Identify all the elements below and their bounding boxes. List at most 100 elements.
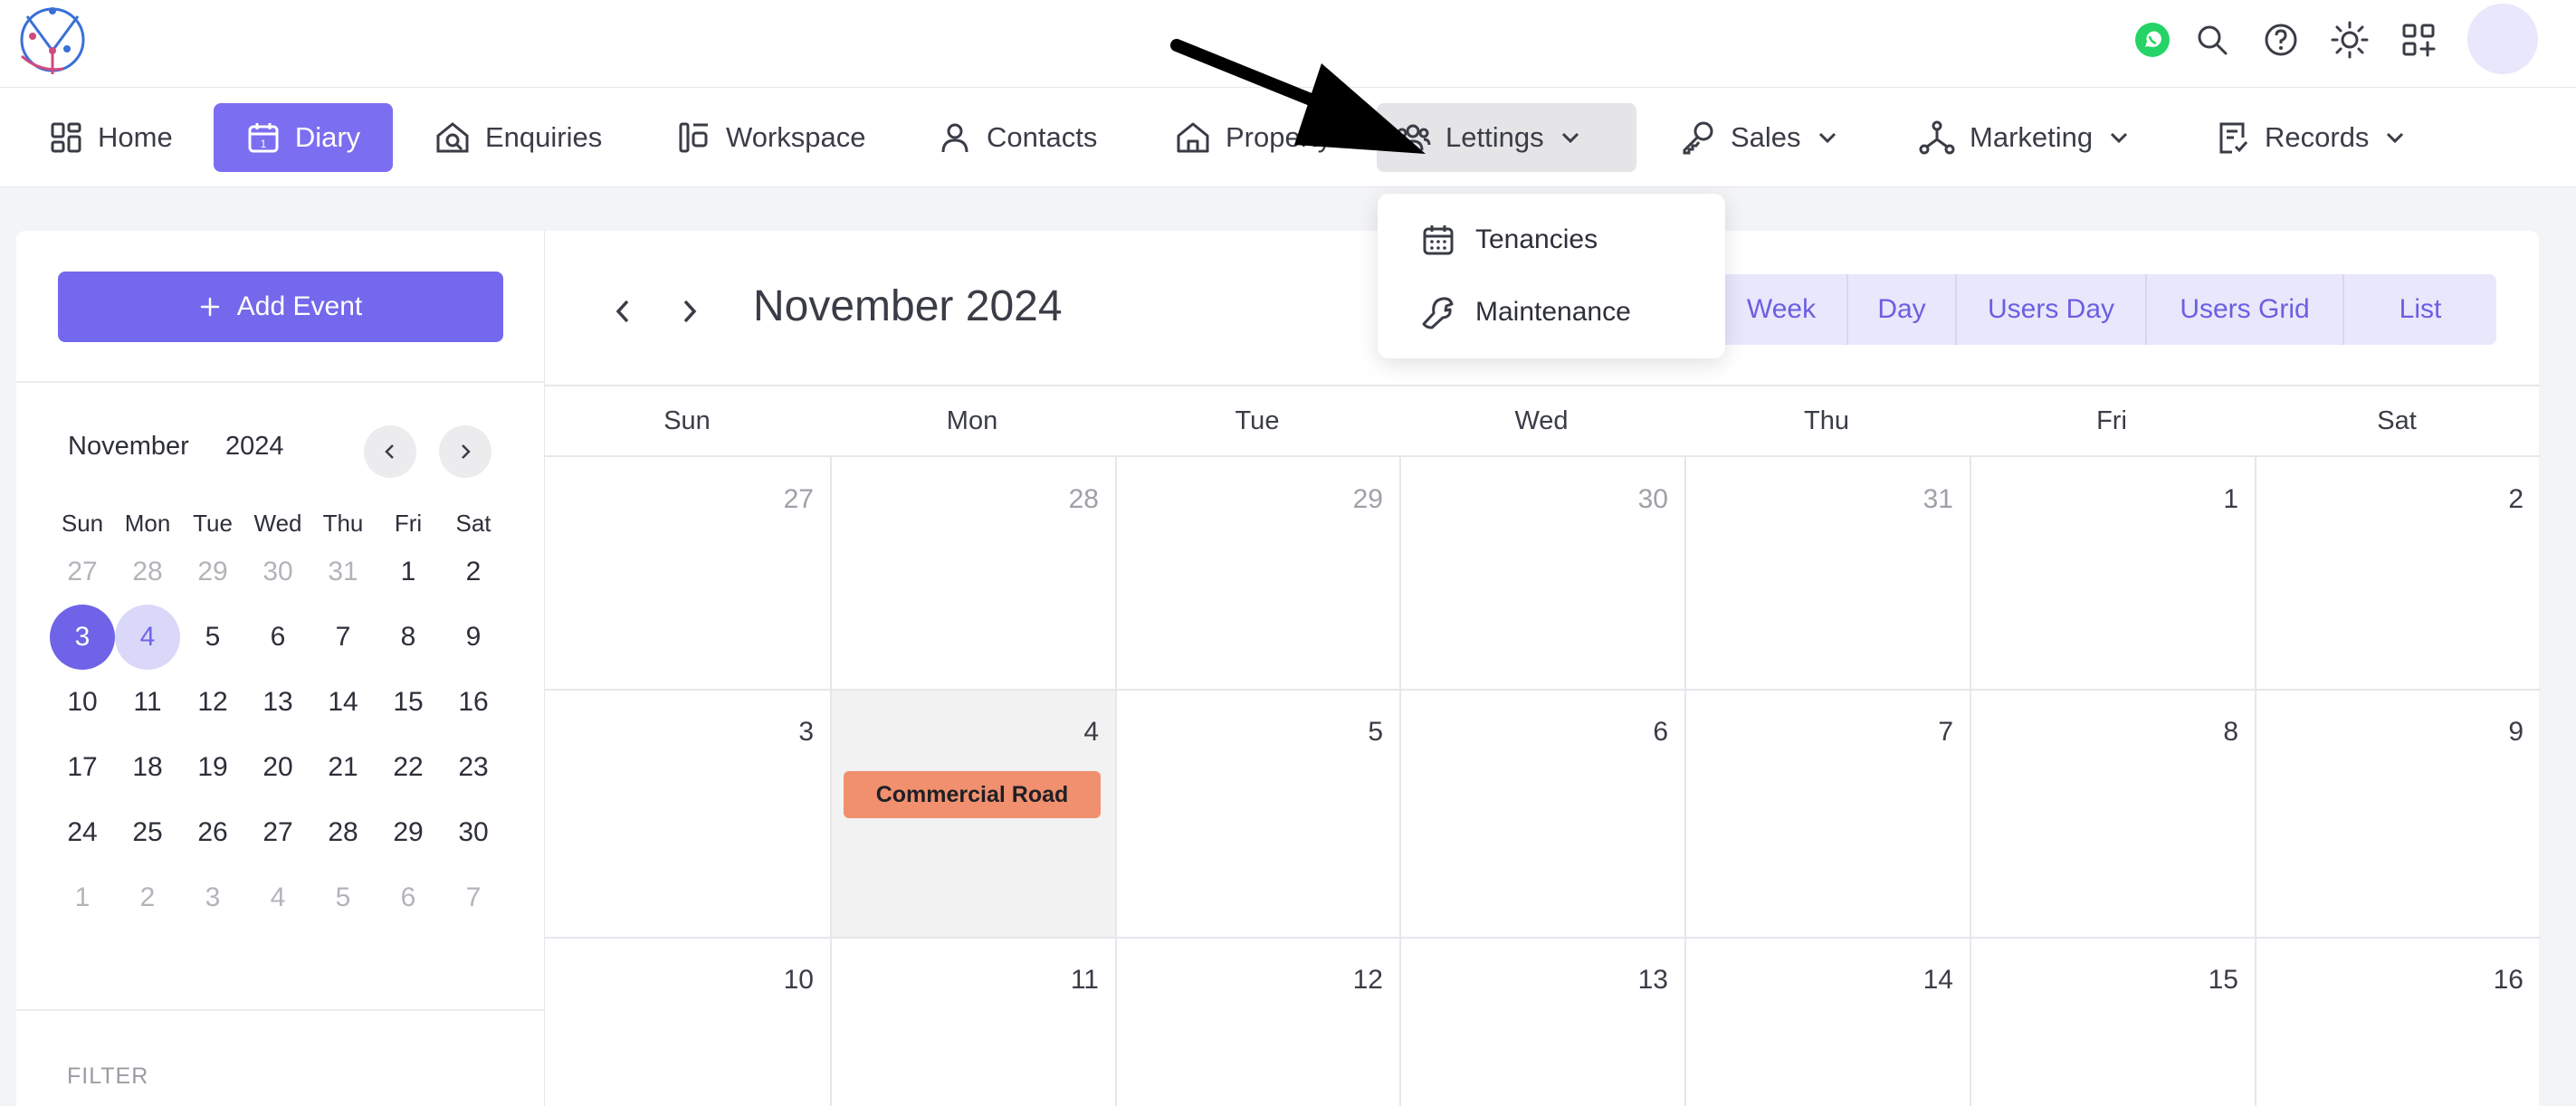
calendar-prev-button[interactable] [605,289,641,334]
day-number[interactable]: 29 [1311,484,1383,515]
mini-calendar-day[interactable]: 6 [245,605,310,670]
mini-calendar-day[interactable]: 24 [50,800,115,865]
day-number[interactable]: 15 [2166,965,2238,996]
view-users-grid-button[interactable]: Users Grid [2145,274,2342,345]
mini-calendar-day[interactable]: 18 [115,735,180,800]
weekday-header: Tue [1235,405,1280,435]
day-number[interactable]: 6 [1596,717,1668,748]
mini-calendar-day[interactable]: 19 [180,735,245,800]
mini-calendar-day[interactable]: 5 [310,865,376,930]
weekday-header: Sun [663,405,711,435]
day-number[interactable]: 13 [1596,965,1668,996]
calendar-next-button[interactable] [672,289,708,334]
mini-calendar-day[interactable]: 16 [441,670,506,735]
view-week-button[interactable]: Week [1714,274,1846,345]
mini-calendar-day[interactable]: 1 [50,865,115,930]
chevron-down-icon [2387,132,2404,144]
mini-calendar-day[interactable]: 4 [245,865,310,930]
nav-diary[interactable]: 1 Diary [214,103,393,172]
user-avatar[interactable] [2467,4,2538,74]
mini-calendar-day[interactable]: 31 [310,539,376,605]
mini-calendar-day[interactable]: 5 [180,605,245,670]
mini-calendar-day[interactable]: 10 [50,670,115,735]
mini-calendar-day[interactable]: 30 [245,539,310,605]
day-number[interactable]: 7 [1881,717,1953,748]
day-number[interactable]: 14 [1881,965,1953,996]
mini-calendar-day[interactable]: 27 [245,800,310,865]
day-number[interactable]: 28 [1026,484,1099,515]
nav-enquiries[interactable]: Enquiries [416,103,620,172]
mini-calendar-day[interactable]: 29 [376,800,441,865]
mini-calendar-day[interactable]: 29 [180,539,245,605]
day-number[interactable]: 30 [1596,484,1668,515]
grid-line [545,689,2540,691]
company-logo[interactable] [13,2,92,78]
nav-marketing[interactable]: Marketing [1901,103,2149,172]
mini-calendar-day[interactable]: 30 [441,800,506,865]
view-list-button[interactable]: List [2342,274,2496,345]
mini-calendar-day[interactable]: 26 [180,800,245,865]
nav-marketing-label: Marketing [1970,121,2094,153]
mini-calendar-day[interactable]: 14 [310,670,376,735]
nav-workspace[interactable]: Workspace [659,103,884,172]
theme-toggle-icon[interactable] [2328,18,2371,62]
mini-calendar-day[interactable]: 2 [441,539,506,605]
day-number[interactable]: 1 [2166,484,2238,515]
mini-calendar-day[interactable]: 25 [115,800,180,865]
help-icon[interactable] [2259,18,2303,62]
nav-home[interactable]: Home [31,103,191,172]
mini-calendar-day[interactable]: 3 [50,605,115,670]
nav-sales[interactable]: Sales [1662,103,1857,172]
mini-calendar-day[interactable]: 7 [310,605,376,670]
mini-calendar-day[interactable]: 4 [115,605,180,670]
mini-calendar-next-button[interactable] [439,425,491,478]
menu-item-maintenance[interactable]: Maintenance [1421,290,1631,335]
mini-calendar-day[interactable]: 3 [180,865,245,930]
mini-calendar-day[interactable]: 21 [310,735,376,800]
whatsapp-icon[interactable] [2131,18,2174,62]
grid-line [2255,455,2256,1106]
mini-calendar-day[interactable]: 9 [441,605,506,670]
mini-calendar-day[interactable]: 17 [50,735,115,800]
menu-item-tenancies[interactable]: Tenancies [1421,217,1598,262]
view-users-day-button[interactable]: Users Day [1955,274,2145,345]
mini-calendar-day[interactable]: 2 [115,865,180,930]
nav-records[interactable]: Records [2198,103,2425,172]
apps-add-icon[interactable] [2397,18,2440,62]
mini-calendar-day[interactable]: 15 [376,670,441,735]
mini-calendar-day[interactable]: 28 [115,539,180,605]
day-number[interactable]: 3 [741,717,814,748]
mini-calendar-prev-button[interactable] [364,425,416,478]
chevron-right-icon [683,300,697,323]
day-number[interactable]: 31 [1881,484,1953,515]
view-day-button[interactable]: Day [1846,274,1955,345]
day-number[interactable]: 5 [1311,717,1383,748]
nav-contacts[interactable]: Contacts [920,103,1115,172]
search-icon[interactable] [2190,18,2234,62]
day-number[interactable]: 12 [1311,965,1383,996]
day-number[interactable]: 8 [2166,717,2238,748]
mini-calendar-day[interactable]: 12 [180,670,245,735]
mini-calendar-day[interactable]: 11 [115,670,180,735]
mini-calendar-day[interactable]: 7 [441,865,506,930]
day-number[interactable]: 27 [741,484,814,515]
mini-calendar-day[interactable]: 22 [376,735,441,800]
mini-calendar-day[interactable]: 8 [376,605,441,670]
day-number[interactable]: 16 [2451,965,2524,996]
day-number[interactable]: 4 [1026,717,1099,748]
day-number[interactable]: 11 [1026,965,1099,996]
mini-calendar-year: 2024 [225,432,284,461]
mini-calendar-day[interactable]: 20 [245,735,310,800]
add-event-button[interactable]: Add Event [58,272,503,342]
day-number[interactable]: 9 [2451,717,2524,748]
calendar-event[interactable]: Commercial Road [844,771,1101,818]
day-number[interactable]: 10 [741,965,814,996]
mini-calendar-day[interactable]: 13 [245,670,310,735]
day-number[interactable]: 2 [2451,484,2524,515]
chevron-down-icon [2111,132,2128,144]
mini-calendar-day[interactable]: 28 [310,800,376,865]
mini-calendar-day[interactable]: 6 [376,865,441,930]
mini-calendar-day[interactable]: 1 [376,539,441,605]
mini-calendar-day[interactable]: 23 [441,735,506,800]
mini-calendar-day[interactable]: 27 [50,539,115,605]
